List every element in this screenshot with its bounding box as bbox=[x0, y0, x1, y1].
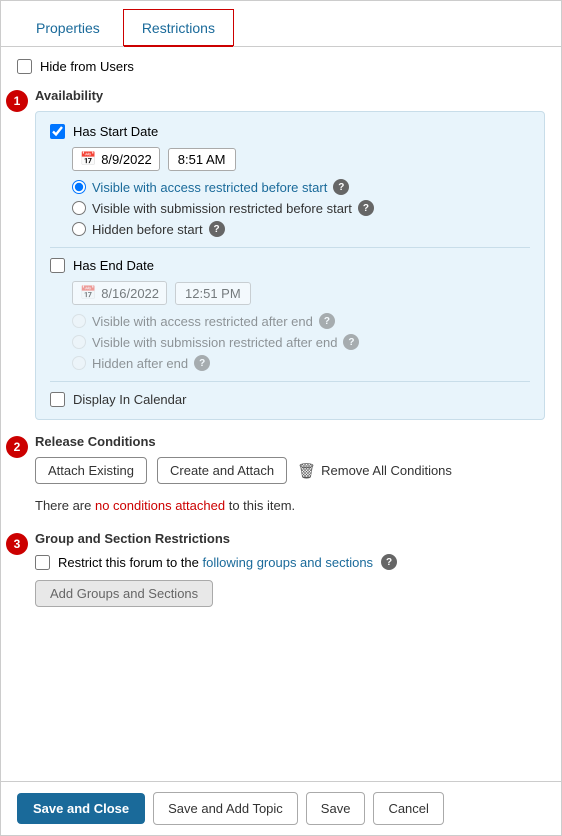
end-option-2-row: Visible with submission restricted after… bbox=[72, 334, 530, 350]
start-option-1-row: Visible with access restricted before st… bbox=[72, 179, 530, 195]
tab-bar: Properties Restrictions bbox=[1, 1, 561, 47]
end-option-3-help[interactable]: ? bbox=[194, 355, 210, 371]
remove-all-conditions-button[interactable]: 🗑 Remove All Conditions bbox=[297, 462, 452, 480]
start-option-2-help[interactable]: ? bbox=[358, 200, 374, 216]
start-end-divider bbox=[50, 247, 530, 248]
group-section-title: Group and Section Restrictions bbox=[35, 531, 545, 546]
end-date-input[interactable]: 📅 8/16/2022 bbox=[72, 281, 167, 305]
has-start-date-checkbox[interactable] bbox=[50, 124, 65, 139]
trash-icon: 🗑 bbox=[297, 462, 316, 480]
has-end-date-row: Has End Date bbox=[50, 258, 530, 273]
calendar-icon: 📅 bbox=[80, 151, 96, 167]
display-calendar-label: Display In Calendar bbox=[73, 392, 186, 407]
group-section-body: Group and Section Restrictions Restrict … bbox=[35, 531, 545, 607]
end-option-2-radio[interactable] bbox=[72, 335, 86, 349]
start-option-3-row: Hidden before start ? bbox=[72, 221, 530, 237]
section-3-badge: 3 bbox=[6, 533, 28, 555]
tab-restrictions[interactable]: Restrictions bbox=[123, 9, 234, 46]
availability-section: 1 Availability Has Start Date 📅 8/9/2022 bbox=[17, 88, 545, 420]
has-start-date-label: Has Start Date bbox=[73, 124, 158, 139]
release-conditions-body: Release Conditions Attach Existing Creat… bbox=[35, 434, 545, 517]
tab-properties[interactable]: Properties bbox=[17, 9, 119, 46]
create-and-attach-button[interactable]: Create and Attach bbox=[157, 457, 287, 484]
restrict-row: Restrict this forum to the following gro… bbox=[35, 554, 545, 570]
restrict-label: Restrict this forum to the following gro… bbox=[58, 555, 373, 570]
main-content: Hide from Users 1 Availability Has Start… bbox=[1, 47, 561, 781]
start-option-1-label: Visible with access restricted before st… bbox=[92, 180, 327, 195]
end-option-1-help[interactable]: ? bbox=[319, 313, 335, 329]
cancel-button[interactable]: Cancel bbox=[373, 792, 443, 825]
release-conditions-title: Release Conditions bbox=[35, 434, 545, 449]
end-option-1-label: Visible with access restricted after end bbox=[92, 314, 313, 329]
restrict-help-icon[interactable]: ? bbox=[381, 554, 397, 570]
has-end-date-checkbox[interactable] bbox=[50, 258, 65, 273]
start-date-input[interactable]: 📅 8/9/2022 bbox=[72, 147, 160, 171]
end-time-input[interactable]: 12:51 PM bbox=[175, 282, 251, 305]
end-calendar-divider bbox=[50, 381, 530, 382]
remove-all-label: Remove All Conditions bbox=[321, 463, 452, 478]
end-calendar-icon: 📅 bbox=[80, 285, 96, 301]
availability-body: Availability Has Start Date 📅 8/9/2022 8… bbox=[35, 88, 545, 420]
availability-panel: Has Start Date 📅 8/9/2022 8:51 AM Visibl… bbox=[35, 111, 545, 420]
availability-title: Availability bbox=[35, 88, 545, 103]
has-start-date-row: Has Start Date bbox=[50, 124, 530, 139]
start-option-2-row: Visible with submission restricted befor… bbox=[72, 200, 530, 216]
start-option-2-radio[interactable] bbox=[72, 201, 86, 215]
start-option-3-help[interactable]: ? bbox=[209, 221, 225, 237]
start-option-1-radio[interactable] bbox=[72, 180, 86, 194]
hide-from-users-checkbox[interactable] bbox=[17, 59, 32, 74]
save-button[interactable]: Save bbox=[306, 792, 366, 825]
start-time-input[interactable]: 8:51 AM bbox=[168, 148, 236, 171]
end-option-3-label: Hidden after end bbox=[92, 356, 188, 371]
start-date-value: 8/9/2022 bbox=[101, 152, 152, 167]
conditions-message: There are no conditions attached to this… bbox=[35, 494, 545, 517]
end-date-time-row: 📅 8/16/2022 12:51 PM bbox=[72, 281, 530, 305]
save-and-add-topic-button[interactable]: Save and Add Topic bbox=[153, 792, 298, 825]
restrict-highlight: following groups and sections bbox=[203, 555, 374, 570]
start-option-3-radio[interactable] bbox=[72, 222, 86, 236]
start-option-1-help[interactable]: ? bbox=[333, 179, 349, 195]
hide-from-users-label: Hide from Users bbox=[40, 59, 134, 74]
end-date-value: 8/16/2022 bbox=[101, 286, 159, 301]
display-calendar-row: Display In Calendar bbox=[50, 392, 530, 407]
no-conditions-highlight: no conditions attached bbox=[95, 498, 225, 513]
start-option-3-label: Hidden before start bbox=[92, 222, 203, 237]
end-option-2-help[interactable]: ? bbox=[343, 334, 359, 350]
start-date-time-row: 📅 8/9/2022 8:51 AM bbox=[72, 147, 530, 171]
release-conditions-btn-row: Attach Existing Create and Attach 🗑 Remo… bbox=[35, 457, 545, 484]
add-groups-sections-button[interactable]: Add Groups and Sections bbox=[35, 580, 213, 607]
attach-existing-button[interactable]: Attach Existing bbox=[35, 457, 147, 484]
display-calendar-checkbox[interactable] bbox=[50, 392, 65, 407]
start-option-2-label: Visible with submission restricted befor… bbox=[92, 201, 352, 216]
end-option-2-label: Visible with submission restricted after… bbox=[92, 335, 337, 350]
section-1-badge: 1 bbox=[6, 90, 28, 112]
save-and-close-button[interactable]: Save and Close bbox=[17, 793, 145, 824]
has-end-date-label: Has End Date bbox=[73, 258, 154, 273]
end-option-3-row: Hidden after end ? bbox=[72, 355, 530, 371]
section-2-badge: 2 bbox=[6, 436, 28, 458]
hide-from-users-row: Hide from Users bbox=[17, 59, 545, 74]
footer: Save and Close Save and Add Topic Save C… bbox=[1, 781, 561, 835]
end-option-1-row: Visible with access restricted after end… bbox=[72, 313, 530, 329]
end-option-3-radio[interactable] bbox=[72, 356, 86, 370]
end-option-1-radio[interactable] bbox=[72, 314, 86, 328]
release-conditions-section: 2 Release Conditions Attach Existing Cre… bbox=[17, 434, 545, 517]
restrict-checkbox[interactable] bbox=[35, 555, 50, 570]
group-section-restrictions: 3 Group and Section Restrictions Restric… bbox=[17, 531, 545, 607]
